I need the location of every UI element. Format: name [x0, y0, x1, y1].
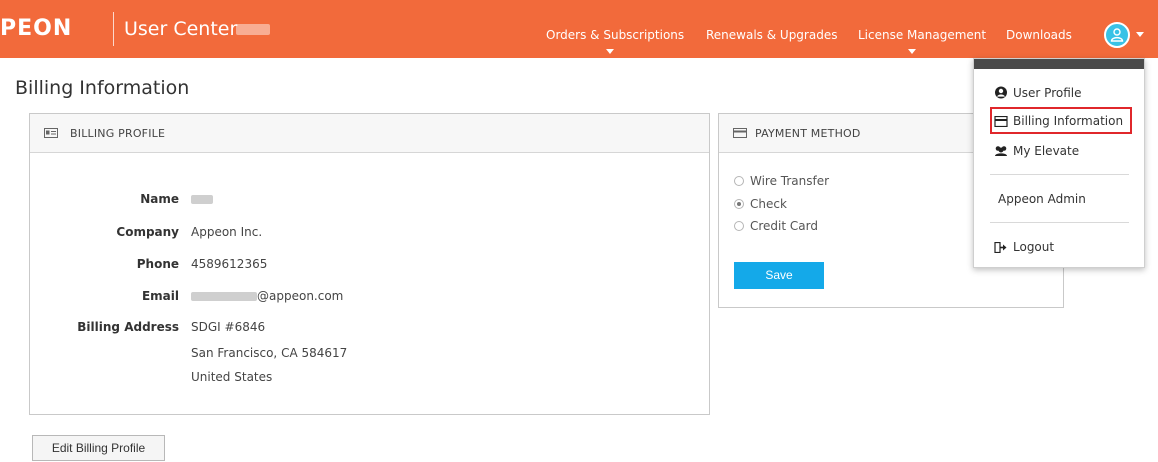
credit-card-icon	[733, 128, 747, 138]
logo-divider	[113, 12, 114, 46]
avatar-caret-icon[interactable]	[1136, 32, 1144, 37]
menu-item-billing-information-label: Billing Information	[1013, 114, 1124, 128]
edit-billing-profile-button[interactable]: Edit Billing Profile	[32, 435, 165, 461]
name-label: Name	[140, 192, 179, 206]
radio-wire-transfer-circle[interactable]	[734, 176, 744, 186]
nav-renewals-upgrades[interactable]: Renewals & Upgrades	[706, 28, 837, 42]
company-value: Appeon Inc.	[191, 225, 263, 239]
nav-license-management[interactable]: License Management	[858, 28, 986, 42]
app-title: User Center	[124, 18, 238, 40]
billing-address-label: Billing Address	[77, 320, 179, 334]
name-value-redacted	[191, 192, 213, 206]
app-title-redacted	[236, 24, 270, 35]
nav-orders-caret-icon[interactable]	[606, 49, 614, 54]
address-line-1: SDGI #6846	[191, 320, 266, 334]
email-local-redacted	[191, 292, 257, 301]
radio-credit-card-label: Credit Card	[750, 219, 818, 233]
phone-value: 4589612365	[191, 257, 268, 271]
dropdown-top-bar	[974, 59, 1144, 69]
save-button[interactable]: Save	[734, 262, 824, 289]
page-title: Billing Information	[15, 77, 190, 99]
address-line-2: San Francisco, CA 584617	[191, 346, 348, 360]
sign-out-icon	[994, 242, 1007, 253]
radio-wire-transfer[interactable]: Wire Transfer	[734, 174, 829, 188]
id-card-icon	[44, 128, 58, 138]
radio-credit-card[interactable]: Credit Card	[734, 219, 818, 233]
payment-method-heading: PAYMENT METHOD	[755, 127, 861, 140]
address-line-3: United States	[191, 370, 273, 384]
nav-license-caret-icon[interactable]	[908, 49, 916, 54]
billing-profile-panel: BILLING PROFILE Name Company Appeon Inc.…	[29, 113, 710, 415]
email-domain: @appeon.com	[257, 289, 344, 303]
phone-label: Phone	[136, 257, 179, 271]
menu-item-logout-label: Logout	[1013, 240, 1055, 254]
radio-check-circle[interactable]	[734, 199, 744, 209]
menu-item-my-elevate-label: My Elevate	[1013, 144, 1080, 158]
radio-check-label: Check	[750, 197, 787, 211]
nav-downloads[interactable]: Downloads	[1006, 28, 1072, 42]
menu-item-billing-information[interactable]: Billing Information	[994, 114, 1123, 128]
logo[interactable]: PEON	[0, 17, 72, 41]
menu-divider	[990, 174, 1129, 175]
menu-item-user-profile[interactable]: User Profile	[994, 86, 1081, 100]
user-avatar-button[interactable]	[1104, 22, 1130, 48]
user-dropdown-menu: User Profile Billing Information My Elev…	[973, 58, 1145, 268]
radio-wire-transfer-label: Wire Transfer	[750, 174, 830, 188]
radio-check[interactable]: Check	[734, 197, 787, 211]
top-navigation-bar: PEON User Center Orders & Subscriptions …	[0, 0, 1158, 58]
menu-divider	[990, 222, 1129, 223]
menu-item-logout[interactable]: Logout	[994, 240, 1054, 254]
nav-orders-subscriptions[interactable]: Orders & Subscriptions	[546, 28, 684, 42]
billing-profile-heading: BILLING PROFILE	[70, 127, 166, 140]
credit-card-icon	[994, 116, 1008, 127]
menu-item-appeon-admin[interactable]: Appeon Admin	[998, 192, 1086, 206]
radio-credit-card-circle[interactable]	[734, 221, 744, 231]
email-value: @appeon.com	[191, 289, 343, 303]
email-label: Email	[141, 289, 179, 303]
menu-item-user-profile-label: User Profile	[1013, 86, 1082, 100]
users-icon	[995, 146, 1007, 156]
menu-item-my-elevate[interactable]: My Elevate	[994, 144, 1079, 158]
company-label: Company	[116, 225, 179, 239]
user-icon	[1110, 28, 1124, 42]
billing-profile-header: BILLING PROFILE	[30, 114, 709, 153]
user-circle-icon	[995, 86, 1007, 99]
